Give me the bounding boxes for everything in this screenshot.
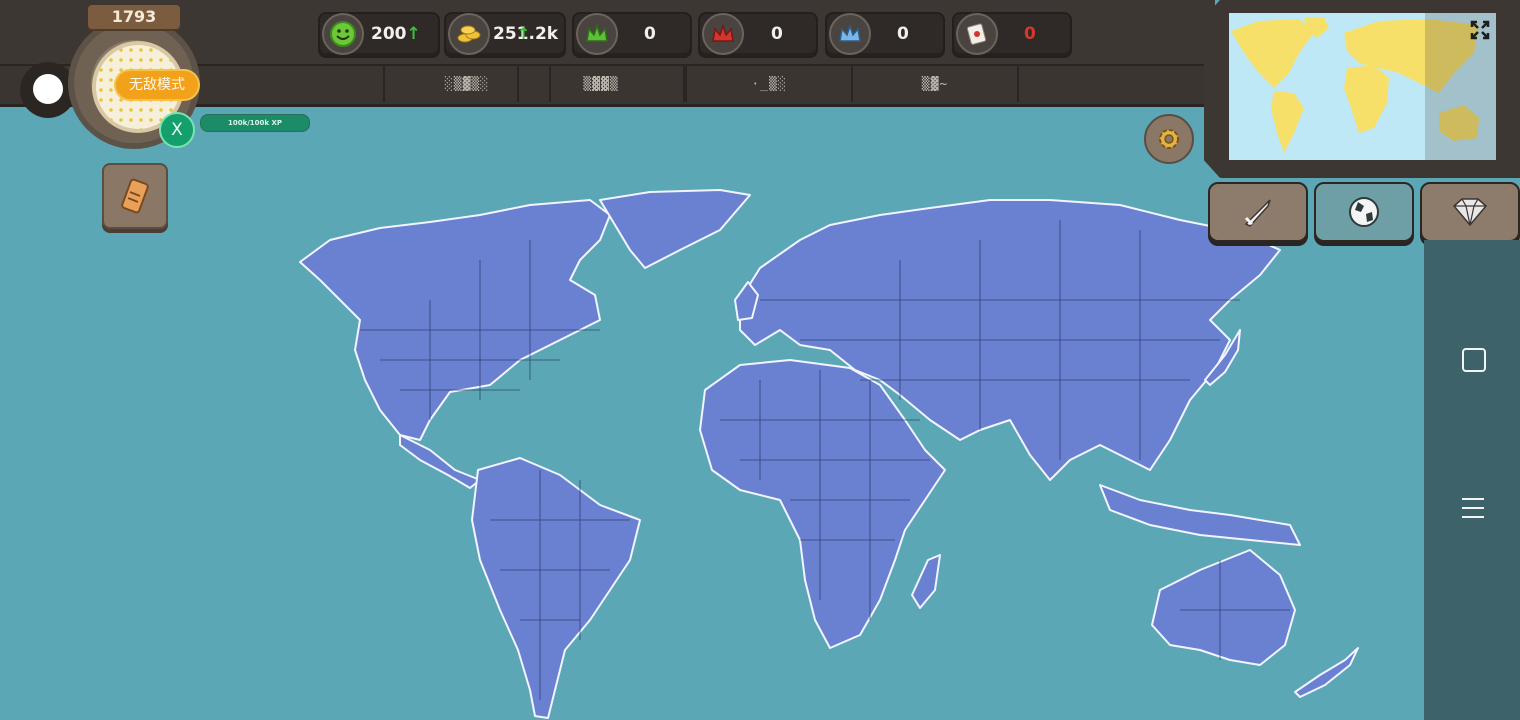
- globe-mode-button[interactable]: [1314, 182, 1414, 242]
- blue-crown-icon: [829, 13, 871, 55]
- settings-button[interactable]: [1144, 114, 1194, 164]
- south-america-landmass: [471, 457, 641, 719]
- smiley-icon: [322, 13, 364, 55]
- menu-icon[interactable]: [1462, 498, 1484, 518]
- cards-value: 0: [1024, 24, 1036, 44]
- central-america-landmass: [399, 434, 481, 489]
- player-x-button[interactable]: X: [159, 112, 195, 148]
- minimap[interactable]: [1229, 13, 1496, 160]
- coins-icon: [448, 13, 490, 55]
- red-crown-value: 0: [771, 24, 783, 44]
- scroll-button[interactable]: [102, 163, 168, 229]
- green-crown-value: 0: [644, 24, 656, 44]
- tab-2[interactable]: ▒▓▓▒: [517, 66, 685, 102]
- new-zealand-landmass: [1294, 647, 1359, 698]
- diamond-icon: [1452, 198, 1488, 227]
- card-icon: [956, 13, 998, 55]
- green-crown-icon: [576, 13, 618, 55]
- blue-crown-value: 0: [897, 24, 909, 44]
- gold-trend-arrow: ↑: [517, 24, 531, 43]
- north-america-landmass: [299, 199, 611, 441]
- status-dot[interactable]: [33, 74, 63, 104]
- tab-3[interactable]: ·_▒░: [685, 66, 853, 102]
- africa-landmass: [699, 359, 946, 649]
- mode-badge: 无敌模式: [116, 71, 198, 99]
- shop-button[interactable]: [1420, 182, 1520, 242]
- globe-icon: [1349, 197, 1379, 227]
- year-banner: 1793: [88, 5, 180, 29]
- greenland-landmass: [599, 189, 751, 269]
- sword-icon: [1244, 199, 1271, 227]
- war-mode-button[interactable]: [1208, 182, 1308, 242]
- red-crown-icon: [702, 13, 744, 55]
- recent-apps-icon[interactable]: [1462, 348, 1486, 372]
- scroll-icon: [121, 178, 149, 214]
- australia-landmass: [1151, 549, 1296, 666]
- population-value: 200↑: [371, 24, 421, 44]
- tab-4[interactable]: ▒▓~: [851, 66, 1019, 102]
- indonesia-landmass: [1099, 484, 1301, 546]
- gear-icon: [1159, 129, 1179, 149]
- system-side-bar: [1424, 240, 1520, 720]
- madagascar-landmass: [911, 554, 941, 609]
- expand-icon[interactable]: [1470, 20, 1490, 40]
- xp-bar: 100k/100k XP: [200, 114, 310, 132]
